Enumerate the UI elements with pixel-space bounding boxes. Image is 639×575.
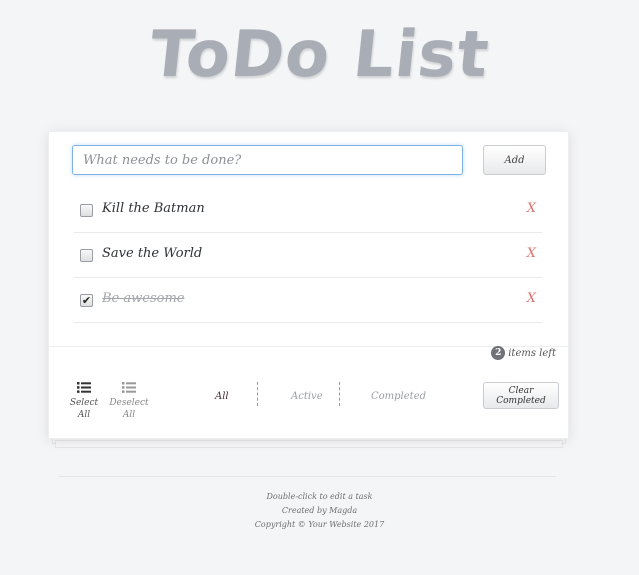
- select-all-button[interactable]: Select All: [63, 382, 105, 421]
- todo-list: Kill the Batman X Save the World X ✔ Be …: [74, 188, 542, 323]
- todo-checkbox[interactable]: [80, 249, 93, 262]
- filter-completed[interactable]: Completed: [371, 391, 426, 402]
- deselect-all-label-line1: Deselect: [109, 398, 149, 408]
- todo-label[interactable]: Be awesome: [102, 291, 184, 306]
- todo-label[interactable]: Kill the Batman: [102, 201, 205, 216]
- todo-label[interactable]: Save the World: [102, 246, 202, 261]
- page-footer: Double-click to edit a task Created by M…: [0, 490, 639, 532]
- app-title: ToDo List: [146, 18, 493, 92]
- todo-checkbox[interactable]: [80, 204, 93, 217]
- footer-hint: Double-click to edit a task: [266, 492, 373, 501]
- list-icon: [122, 382, 136, 393]
- delete-todo-button[interactable]: X: [527, 246, 536, 261]
- new-todo-input[interactable]: [72, 145, 463, 175]
- delete-todo-button[interactable]: X: [527, 201, 536, 216]
- card-stack-layer: [55, 440, 563, 448]
- filter-all[interactable]: All: [215, 391, 229, 402]
- filter-divider: [257, 382, 258, 406]
- todo-item[interactable]: Save the World X: [74, 233, 542, 278]
- filter-divider: [339, 382, 340, 406]
- clear-completed-button[interactable]: Clear Completed: [483, 382, 559, 409]
- todo-checkbox[interactable]: ✔: [80, 294, 93, 307]
- footer-divider: [58, 476, 556, 477]
- divider: [49, 346, 568, 347]
- checkmark-icon: ✔: [81, 294, 92, 307]
- deselect-all-button[interactable]: Deselect All: [107, 382, 151, 421]
- select-all-label-line1: Select: [69, 398, 99, 408]
- footer-copyright: Copyright © Your Website 2017: [254, 520, 385, 529]
- items-left-counter: 2 items left: [491, 346, 556, 360]
- deselect-all-label-line2: All: [122, 410, 136, 420]
- add-button[interactable]: Add: [483, 145, 546, 175]
- items-left-label: items left: [508, 347, 556, 359]
- todo-item[interactable]: ✔ Be awesome X: [74, 278, 542, 323]
- delete-todo-button[interactable]: X: [527, 291, 536, 306]
- todo-item[interactable]: Kill the Batman X: [74, 188, 542, 233]
- filter-active[interactable]: Active: [291, 391, 323, 402]
- list-icon: [77, 382, 91, 393]
- count-badge: 2: [491, 346, 506, 360]
- todo-card: Add Kill the Batman X Save the World X ✔…: [48, 131, 569, 439]
- select-all-label-line2: All: [77, 410, 91, 420]
- footer-credit: Created by Magda: [281, 506, 358, 515]
